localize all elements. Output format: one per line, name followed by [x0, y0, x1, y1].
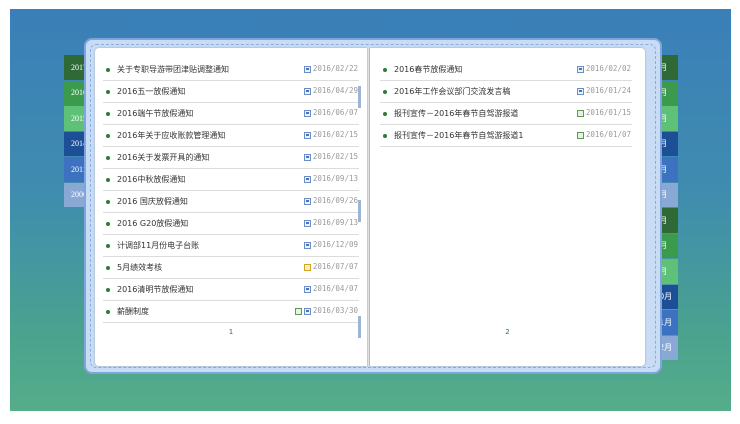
bullet-icon	[383, 134, 387, 138]
document-title[interactable]: 薪酬制度	[117, 306, 149, 317]
page-number-right[interactable]: 2	[370, 328, 645, 336]
document-title[interactable]: 2016 G20放假通知	[117, 218, 188, 229]
list-item[interactable]: 关于专职导游带团津贴调整通知 2016/02/22	[103, 59, 359, 81]
document-title[interactable]: 2016年关于应收账款管理通知	[117, 130, 225, 141]
document-date: 2016/07/07	[312, 262, 358, 271]
list-item[interactable]: 2016五一放假通知 2016/04/29	[103, 81, 359, 103]
doc-icon	[304, 220, 311, 227]
binding-ring	[358, 316, 361, 338]
bullet-icon	[106, 200, 110, 204]
image-icon	[304, 264, 311, 271]
bullet-icon	[106, 288, 110, 292]
list-item[interactable]: 2016年关于应收账款管理通知 2016/02/15	[103, 125, 359, 147]
document-title[interactable]: 2016关于发票开具的通知	[117, 152, 209, 163]
list-item[interactable]: 报刊宣传－2016年春节自驾游报道1 2016/01/07	[380, 125, 632, 147]
bullet-icon	[383, 90, 387, 94]
document-date: 2016/04/07	[312, 284, 358, 293]
document-date: 2016/01/15	[585, 108, 631, 117]
document-date: 2016/09/13	[312, 218, 358, 227]
excel-icon	[577, 110, 584, 117]
document-date: 2016/02/15	[312, 130, 358, 139]
doc-icon	[304, 132, 311, 139]
bullet-icon	[106, 112, 110, 116]
document-date: 2016/12/09	[312, 240, 358, 249]
document-title[interactable]: 2016端午节放假通知	[117, 108, 193, 119]
right-page: 2016春节放假通知 2016/02/02 2016年工作会议部门交流发言稿 2016…	[370, 48, 645, 366]
document-date: 2016/02/22	[312, 64, 358, 73]
document-date: 2016/06/07	[312, 108, 358, 117]
doc-icon	[304, 198, 311, 205]
bullet-icon	[383, 112, 387, 116]
document-title[interactable]: 关于专职导游带团津贴调整通知	[117, 64, 229, 75]
list-item[interactable]: 2016中秋放假通知 2016/09/13	[103, 169, 359, 191]
doc-icon	[304, 176, 311, 183]
page-number-left[interactable]: 1	[95, 328, 367, 336]
document-date: 2016/02/02	[585, 64, 631, 73]
bullet-icon	[106, 156, 110, 160]
document-date: 2016/09/26	[312, 196, 358, 205]
bullet-icon	[106, 90, 110, 94]
doc-icon	[577, 66, 584, 73]
bullet-icon	[106, 134, 110, 138]
list-item[interactable]: 2016 国庆放假通知 2016/09/26	[103, 191, 359, 213]
document-title[interactable]: 2016年工作会议部门交流发言稿	[394, 86, 510, 97]
doc-icon	[304, 66, 311, 73]
document-title[interactable]: 2016中秋放假通知	[117, 174, 185, 185]
bullet-icon	[106, 244, 110, 248]
bullet-icon	[383, 68, 387, 72]
doc-icon	[304, 110, 311, 117]
document-title[interactable]: 报刊宣传－2016年春节自驾游报道	[394, 108, 518, 119]
document-date: 2016/02/15	[312, 152, 358, 161]
doc-icon	[304, 308, 311, 315]
document-date: 2016/04/29	[312, 86, 358, 95]
document-date: 2016/09/13	[312, 174, 358, 183]
list-item[interactable]: 报刊宣传－2016年春节自驾游报道 2016/01/15	[380, 103, 632, 125]
binding-ring	[358, 86, 361, 108]
list-item[interactable]: 计调部11月份电子台账 2016/12/09	[103, 235, 359, 257]
right-document-list: 2016春节放假通知 2016/02/02 2016年工作会议部门交流发言稿 2016…	[380, 59, 632, 147]
excel-icon	[295, 308, 302, 315]
document-date: 2016/01/24	[585, 86, 631, 95]
document-title[interactable]: 2016春节放假通知	[394, 64, 462, 75]
bullet-icon	[106, 178, 110, 182]
list-item[interactable]: 5月绩效考核 2016/07/07	[103, 257, 359, 279]
doc-icon	[304, 88, 311, 95]
binding-ring	[358, 200, 361, 222]
document-title[interactable]: 2016清明节放假通知	[117, 284, 193, 295]
left-page: 关于专职导游带团津贴调整通知 2016/02/22 2016五一放假通知 2016/0…	[95, 48, 367, 366]
left-document-list: 关于专职导游带团津贴调整通知 2016/02/22 2016五一放假通知 2016/0…	[103, 59, 359, 323]
bullet-icon	[106, 266, 110, 270]
list-item[interactable]: 2016端午节放假通知 2016/06/07	[103, 103, 359, 125]
document-title[interactable]: 报刊宣传－2016年春节自驾游报道1	[394, 130, 523, 141]
list-item[interactable]: 2016春节放假通知 2016/02/02	[380, 59, 632, 81]
list-item[interactable]: 薪酬制度 2016/03/30	[103, 301, 359, 323]
document-title[interactable]: 5月绩效考核	[117, 262, 162, 273]
list-item[interactable]: 2016清明节放假通知 2016/04/07	[103, 279, 359, 301]
bullet-icon	[106, 222, 110, 226]
list-item[interactable]: 2016 G20放假通知 2016/09/13	[103, 213, 359, 235]
doc-icon	[577, 88, 584, 95]
bullet-icon	[106, 68, 110, 72]
bullet-icon	[106, 310, 110, 314]
doc-icon	[304, 154, 311, 161]
document-date: 2016/01/07	[585, 130, 631, 139]
doc-icon	[304, 286, 311, 293]
notebook: 关于专职导游带团津贴调整通知 2016/02/22 2016五一放假通知 2016/0…	[84, 38, 662, 374]
list-item[interactable]: 2016年工作会议部门交流发言稿 2016/01/24	[380, 81, 632, 103]
list-item[interactable]: 2016关于发票开具的通知 2016/02/15	[103, 147, 359, 169]
excel-icon	[577, 132, 584, 139]
document-date: 2016/03/30	[312, 306, 358, 315]
document-title[interactable]: 计调部11月份电子台账	[117, 240, 199, 251]
document-title[interactable]: 2016 国庆放假通知	[117, 196, 188, 207]
doc-icon	[304, 242, 311, 249]
document-title[interactable]: 2016五一放假通知	[117, 86, 185, 97]
